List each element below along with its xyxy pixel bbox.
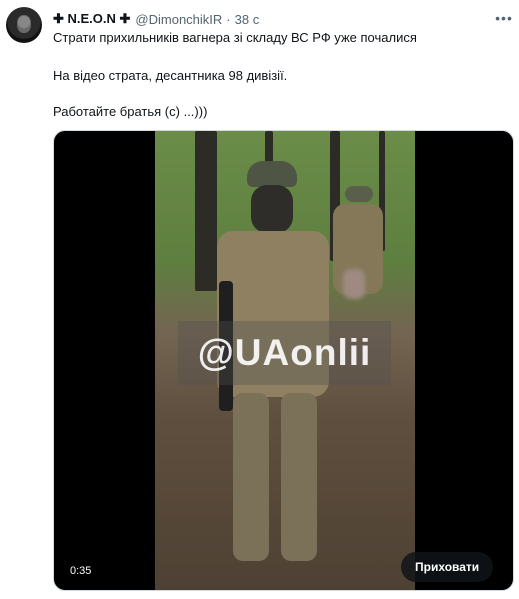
- avatar-image: [17, 15, 31, 33]
- avatar[interactable]: [6, 7, 42, 43]
- separator-dot: ·: [226, 11, 231, 27]
- tweet-text-line-2: На відео страта, десантника 98 дивізії.: [53, 68, 288, 83]
- author-name[interactable]: ✚ N.E.O.N ✚: [53, 11, 130, 27]
- tweet-time[interactable]: 38 с: [235, 12, 260, 27]
- more-icon[interactable]: •••: [494, 8, 514, 28]
- video-duration: 0:35: [66, 563, 96, 579]
- tweet-text-line-1: Страти прихильників вагнера зі складу ВС…: [53, 30, 417, 45]
- tweet-text-line-3: Работайте братья (с) ...))): [53, 104, 208, 119]
- author-handle[interactable]: @DimonchikIR: [135, 12, 222, 27]
- video-watermark: @UAonlii: [178, 321, 391, 385]
- video-player[interactable]: @UAonlii 0:35 Приховати: [53, 130, 514, 591]
- tweet-header: ✚ N.E.O.N ✚ @DimonchikIR · 38 с: [53, 10, 259, 28]
- hide-button[interactable]: Приховати: [401, 552, 494, 582]
- blurred-detail: [343, 269, 365, 299]
